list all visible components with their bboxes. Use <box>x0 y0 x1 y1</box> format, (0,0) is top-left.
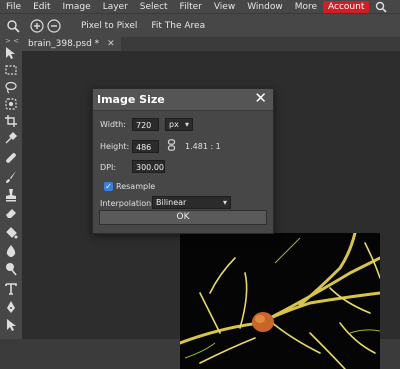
menu-view[interactable]: View <box>208 2 241 12</box>
brush-tool-icon[interactable] <box>3 169 19 185</box>
menu-file[interactable]: File <box>0 2 27 12</box>
pixel-to-pixel-button[interactable]: Pixel to Pixel <box>81 21 137 31</box>
resample-label: Resample <box>116 182 156 191</box>
lasso-tool-icon[interactable] <box>3 79 19 95</box>
zoom-icon[interactable] <box>6 19 20 33</box>
fit-the-area-button[interactable]: Fit The Area <box>151 21 205 31</box>
menu-more[interactable]: More <box>289 2 323 12</box>
interpolation-select[interactable]: Bilinear ▾ <box>152 196 231 209</box>
height-input[interactable]: 486 <box>132 140 159 153</box>
quick-select-tool-icon[interactable] <box>3 96 19 112</box>
dpi-input[interactable]: 300.000 <box>132 160 165 173</box>
tab-brain-398[interactable]: brain_398.psd * ✕ <box>22 37 121 51</box>
path-select-tool-icon[interactable] <box>3 317 19 333</box>
pen-tool-icon[interactable] <box>3 299 19 315</box>
neuron-image <box>180 233 380 369</box>
menu-image[interactable]: Image <box>57 2 97 12</box>
chevron-down-icon: ▾ <box>222 198 227 207</box>
search-icon[interactable] <box>375 1 387 13</box>
unit-select[interactable]: px ▾ <box>165 118 193 131</box>
eraser-tool-icon[interactable] <box>3 205 19 221</box>
width-label: Width: <box>100 120 126 129</box>
menu-edit[interactable]: Edit <box>27 2 56 12</box>
aspect-ratio: 1.481 : 1 <box>185 142 221 151</box>
options-bar: Pixel to Pixel Fit The Area <box>0 13 400 38</box>
close-icon[interactable]: ✕ <box>254 91 267 106</box>
marquee-tool-icon[interactable] <box>3 62 19 78</box>
tab-label: brain_398.psd * <box>28 39 100 49</box>
menu-bar: File Edit Image Layer Select Filter View… <box>0 0 400 13</box>
dpi-label: DPI: <box>100 163 117 172</box>
type-tool-icon[interactable] <box>3 281 19 297</box>
link-icon[interactable] <box>167 139 176 151</box>
height-label: Height: <box>100 142 130 151</box>
document-tabs: brain_398.psd * ✕ <box>22 37 400 51</box>
blur-tool-icon[interactable] <box>3 243 19 259</box>
image-size-dialog: Image Size ✕ Width: 720 px ▾ Height: 486… <box>92 88 274 234</box>
clone-stamp-tool-icon[interactable] <box>3 187 19 203</box>
zoom-in-icon[interactable] <box>30 19 44 33</box>
crop-tool-icon[interactable] <box>3 113 19 129</box>
interpolation-value: Bilinear <box>156 198 187 207</box>
paint-bucket-tool-icon[interactable] <box>3 225 19 241</box>
eyedropper-tool-icon[interactable] <box>3 130 19 146</box>
move-tool-icon[interactable] <box>3 45 19 61</box>
ok-button[interactable]: OK <box>99 210 267 225</box>
unit-value: px <box>169 120 179 129</box>
menu-filter[interactable]: Filter <box>174 2 208 12</box>
menu-layer[interactable]: Layer <box>97 2 134 12</box>
menu-window[interactable]: Window <box>241 2 289 12</box>
interpolation-label: Interpolation: <box>100 199 154 208</box>
account-button[interactable]: Account <box>323 0 370 13</box>
dodge-tool-icon[interactable] <box>3 261 19 277</box>
menu-select[interactable]: Select <box>134 2 174 12</box>
zoom-out-icon[interactable] <box>47 19 61 33</box>
toolbar-collapse-toggle[interactable]: > < <box>5 37 19 45</box>
chevron-down-icon: ▾ <box>184 120 189 129</box>
resample-checkbox[interactable]: ✓ <box>104 182 113 191</box>
close-icon[interactable]: ✕ <box>107 39 115 49</box>
dialog-titlebar[interactable]: Image Size ✕ <box>93 89 273 111</box>
healing-tool-icon[interactable] <box>3 150 19 166</box>
width-input[interactable]: 720 <box>132 118 159 131</box>
dialog-title: Image Size <box>97 93 165 106</box>
document-image[interactable] <box>180 233 380 369</box>
tools-panel: > < <box>0 37 22 339</box>
